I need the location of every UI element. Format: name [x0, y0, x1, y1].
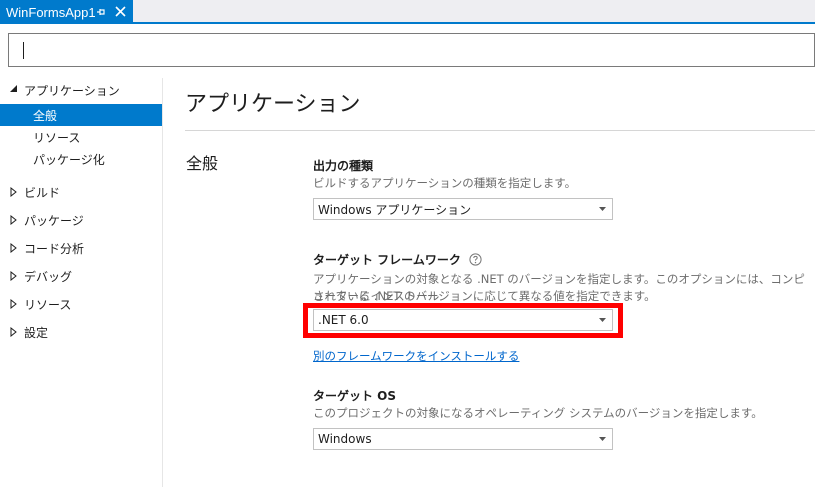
target-os-title: ターゲット OS: [313, 389, 397, 403]
nav-item-build[interactable]: ビルド: [0, 181, 162, 203]
target-os-select[interactable]: Windows: [313, 428, 613, 450]
red-highlight-box: [303, 303, 623, 338]
nav-item-application[interactable]: アプリケーション: [0, 79, 162, 101]
collapsed-triangle-icon: [10, 243, 17, 253]
target-os-value: Windows: [318, 432, 372, 446]
document-tab[interactable]: WinFormsApp1: [0, 0, 133, 24]
nav-item-code-analysis[interactable]: コード分析: [0, 237, 162, 259]
target-framework-title-row: ターゲット フレームワーク: [313, 251, 482, 268]
target-os-description: このプロジェクトの対象になるオペレーティング システムのバージョンを指定します。: [313, 406, 763, 420]
install-framework-link[interactable]: 別のフレームワークをインストールする: [313, 348, 519, 364]
nav-item-label: アプリケーション: [24, 84, 120, 98]
output-type-description: ビルドするアプリケーションの種類を指定します。: [313, 176, 577, 190]
help-icon[interactable]: [469, 253, 482, 266]
collapsed-triangle-icon: [10, 327, 17, 337]
output-type-select[interactable]: Windows アプリケーション: [313, 198, 613, 220]
nav-item-label: リソース: [33, 131, 81, 145]
nav-item-debug[interactable]: デバッグ: [0, 265, 162, 287]
collapsed-triangle-icon: [10, 215, 17, 225]
output-type-value: Windows アプリケーション: [318, 202, 472, 217]
output-type-title: 出力の種類: [313, 159, 374, 173]
nav-item-label: 全般: [33, 109, 58, 123]
document-tab-strip: WinFormsApp1: [0, 0, 815, 24]
chevron-down-icon: [599, 207, 606, 211]
nav-item-package[interactable]: パッケージ: [0, 209, 162, 231]
page-title: アプリケーション: [185, 92, 361, 117]
expanded-triangle-icon: [10, 85, 17, 92]
nav-item-packaging[interactable]: パッケージ化: [0, 148, 162, 170]
collapsed-triangle-icon: [10, 271, 17, 281]
collapsed-triangle-icon: [10, 187, 17, 197]
nav-item-resources-sub[interactable]: リソース: [0, 126, 162, 148]
chevron-down-icon: [599, 437, 606, 441]
nav-item-settings[interactable]: 設定: [0, 321, 162, 343]
search-input[interactable]: [8, 33, 815, 67]
nav-item-label: ビルド: [24, 186, 61, 200]
nav-item-general[interactable]: 全般: [0, 104, 162, 126]
close-icon[interactable]: [114, 5, 127, 18]
nav-item-label: デバッグ: [24, 270, 73, 284]
nav-divider: [162, 78, 163, 487]
title-divider: [185, 130, 815, 131]
nav-item-resources[interactable]: リソース: [0, 293, 162, 315]
nav-item-label: パッケージ: [24, 214, 84, 228]
section-label: 全般: [186, 154, 219, 173]
nav-item-label: リソース: [24, 298, 72, 312]
target-framework-title: ターゲット フレームワーク: [313, 253, 461, 267]
text-caret: [23, 42, 24, 59]
nav-item-label: コード分析: [24, 242, 85, 256]
nav-item-label: 設定: [24, 326, 49, 340]
sidebar-nav: アプリケーション 全般 リソース パッケージ化 ビルド パッケージ コード分析 …: [0, 78, 162, 487]
nav-item-label: パッケージ化: [33, 153, 105, 167]
tab-title: WinFormsApp1: [6, 4, 96, 20]
collapsed-triangle-icon: [10, 299, 17, 309]
pin-icon[interactable]: [96, 6, 106, 18]
